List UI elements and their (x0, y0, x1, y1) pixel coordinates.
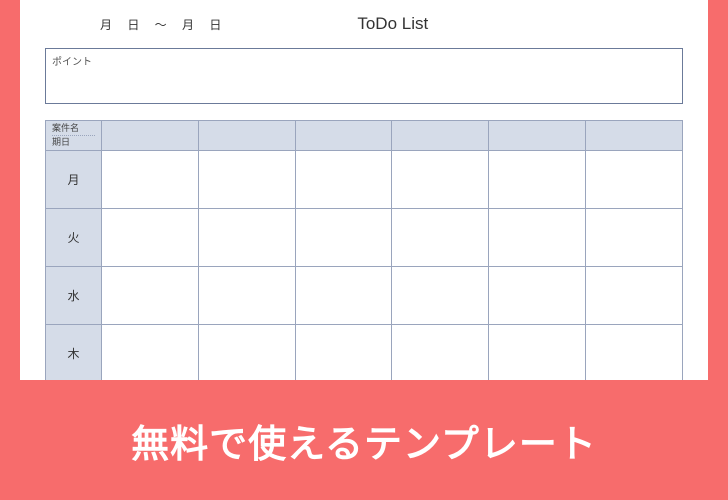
column-header (102, 121, 199, 151)
column-header (489, 121, 586, 151)
grid-cell (295, 150, 392, 208)
point-label: ポイント (52, 53, 676, 68)
grid-cell (586, 324, 683, 380)
grid-cell (198, 208, 295, 266)
document-header: 月 日 ～ 月 日 ToDo List (45, 14, 683, 34)
grid-cell (586, 208, 683, 266)
grid-cell (102, 150, 199, 208)
point-box: ポイント (45, 48, 683, 104)
banner-text: 無料で使えるテンプレート (131, 413, 597, 468)
day-row: 水 (46, 266, 683, 324)
grid-cell (489, 208, 586, 266)
grid-cell (392, 208, 489, 266)
corner-header-line2: 期日 (52, 135, 95, 148)
grid-cell (102, 208, 199, 266)
grid-cell (489, 266, 586, 324)
grid-cell (295, 266, 392, 324)
corner-header: 案件名 期日 (46, 121, 102, 151)
promo-banner: 無料で使えるテンプレート (0, 380, 728, 500)
grid-cell (392, 266, 489, 324)
column-header (198, 121, 295, 151)
grid-cell (489, 324, 586, 380)
corner-header-line1: 案件名 (52, 123, 95, 134)
day-label: 月 (46, 150, 102, 208)
day-label: 木 (46, 324, 102, 380)
day-label: 火 (46, 208, 102, 266)
day-row: 月 (46, 150, 683, 208)
grid-cell (489, 150, 586, 208)
column-header (392, 121, 489, 151)
grid-cell (295, 208, 392, 266)
grid-cell (198, 266, 295, 324)
grid-cell (198, 150, 295, 208)
grid-cell (198, 324, 295, 380)
page-title: ToDo List (357, 14, 428, 34)
day-row: 木 (46, 324, 683, 380)
grid-cell (586, 150, 683, 208)
grid-cell (102, 266, 199, 324)
day-label: 水 (46, 266, 102, 324)
column-header (586, 121, 683, 151)
grid-header-row: 案件名 期日 (46, 121, 683, 151)
grid-cell (392, 324, 489, 380)
grid-cell (392, 150, 489, 208)
grid-cell (295, 324, 392, 380)
todo-grid: 案件名 期日 月 火 (45, 120, 683, 380)
grid-cell (586, 266, 683, 324)
day-row: 火 (46, 208, 683, 266)
column-header (295, 121, 392, 151)
document-container: 月 日 ～ 月 日 ToDo List ポイント 案件名 期日 月 (20, 0, 708, 380)
date-range-label: 月 日 ～ 月 日 (100, 16, 227, 33)
grid-cell (102, 324, 199, 380)
